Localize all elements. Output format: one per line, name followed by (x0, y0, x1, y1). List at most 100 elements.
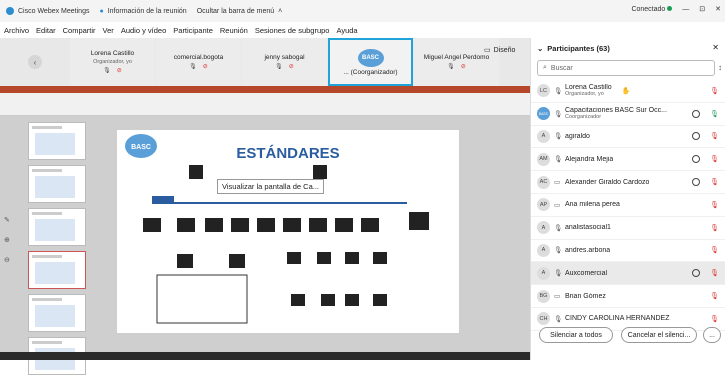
mic-muted-icon[interactable]: 🎙 (710, 224, 719, 232)
slide-thumbnail[interactable] (28, 294, 86, 332)
menu-editar[interactable]: Editar (36, 26, 56, 35)
menu-compartir[interactable]: Compartir (63, 26, 96, 35)
process-icon (373, 252, 387, 264)
participant-row[interactable]: A 🎙 andres.arbona 🎙 (531, 240, 725, 263)
chat-icon[interactable] (692, 155, 701, 164)
zoom-out-icon[interactable]: ⊖ (4, 256, 10, 264)
menu-archivo[interactable]: Archivo (4, 26, 29, 35)
participant-row[interactable]: AP ▭ Ana milena perea 🎙 (531, 194, 725, 217)
legend-box (156, 274, 248, 324)
microphone-icon: 🎙 (275, 64, 283, 70)
participant-row-hovered[interactable]: A 🎙 Auxcomercial 🎙 (531, 262, 725, 286)
participant-row[interactable]: LC 🎙 Lorena Castillo Organizador, yo ✋ 🎙 (531, 80, 725, 103)
strip-prev: ‹ (0, 38, 70, 86)
participant-row[interactable]: BG ▭ Brian Gómez 🎙 (531, 285, 725, 308)
shared-screen: ✎ ⊕ ⊖ BASC ESTÁNDARES Visualizar la pant… (0, 86, 530, 375)
menu-reunion[interactable]: Reunión (220, 26, 248, 35)
ppt-ribbon (0, 93, 530, 116)
slide-thumbnail-selected[interactable] (28, 251, 86, 289)
participant-name: Lorena Castillo (565, 84, 612, 92)
participant-row[interactable]: AM 🎙 Alejandra Mejia 🎙 (531, 148, 725, 172)
chevron-down-icon[interactable]: ⌄ (537, 44, 543, 53)
search-input[interactable]: ⌕ Buscar (537, 60, 715, 76)
search-icon: ⌕ (543, 64, 547, 71)
microphone-icon: 🎙 (103, 68, 111, 74)
previous-icon[interactable]: ‹ (28, 55, 42, 69)
close-window-button[interactable]: ✕ (715, 5, 721, 13)
mic-muted-icon[interactable]: 🎙 (710, 292, 719, 300)
zoom-in-icon[interactable]: ⊕ (4, 236, 10, 244)
close-panel-button[interactable]: ✕ (712, 43, 719, 52)
windows-taskbar (0, 352, 530, 360)
process-icon (257, 218, 275, 232)
mic-muted-icon[interactable]: 🎙 (710, 315, 719, 323)
avatar: A (537, 129, 550, 143)
participant-name: analistasocial1 (565, 224, 611, 232)
participant-row[interactable]: AC ▭ Alexander Giraldo Cardozo 🎙 (531, 171, 725, 194)
slide-thumbnail[interactable] (28, 165, 86, 203)
participant-row[interactable]: BASC 🎙 Capacitaciones BASC Sur Occ... Coo… (531, 103, 725, 126)
slide-thumbnail[interactable] (28, 122, 86, 160)
participant-name: agiraldo (565, 132, 590, 140)
mic-muted-icon[interactable]: 🎙 (710, 155, 719, 163)
participant-row[interactable]: A 🎙 analistasocial1 🎙 (531, 217, 725, 240)
chat-icon[interactable] (692, 109, 701, 118)
sort-icon[interactable]: ↕ (718, 63, 722, 72)
basc-logo: BASC (357, 48, 384, 67)
menu-ayuda[interactable]: Ayuda (336, 26, 357, 35)
video-tile[interactable]: jenny sabogal 🎙 ⊘ (242, 38, 327, 86)
avatar: CH (537, 312, 550, 326)
mic-active-icon[interactable]: 🎙 (710, 110, 719, 118)
chevron-up-icon: ˄ (278, 7, 283, 15)
menu-bar: Archivo Editar Compartir Ver Audio y víd… (0, 22, 725, 38)
connected-dot-icon (667, 5, 673, 11)
menu-audio-video[interactable]: Audio y vídeo (121, 26, 166, 35)
menu-participante[interactable]: Participante (173, 26, 213, 35)
mic-muted-icon[interactable]: 🎙 (710, 87, 719, 95)
cancel-mute-button[interactable]: Cancelar el silenci... (621, 327, 697, 343)
chat-icon[interactable] (692, 132, 701, 141)
chat-icon[interactable] (692, 178, 701, 187)
mic-muted-icon[interactable]: 🎙 (710, 132, 719, 140)
annotate-icon[interactable]: ✎ (4, 216, 10, 224)
more-options-button[interactable]: ... (703, 327, 721, 343)
slide-canvas: BASC ESTÁNDARES (117, 130, 459, 333)
video-tile[interactable]: comercial.bogota 🎙 ⊘ (156, 38, 241, 86)
layout-button[interactable]: ▭ Diseño (484, 46, 515, 55)
mic-muted-icon[interactable]: 🎙 (710, 246, 719, 254)
meeting-info-button[interactable]: ● Información de la reunión (99, 8, 186, 15)
info-icon: ● (99, 7, 104, 15)
avatar: A (537, 221, 550, 235)
avatar: AC (537, 175, 550, 189)
participant-name: CINDY CAROLINA HERNANDEZ (565, 315, 670, 323)
process-icon (335, 218, 353, 232)
video-tile[interactable]: Lorena Castillo Organizador, yo 🎙 ⊘ (70, 38, 155, 86)
video-icon: ▭ (554, 179, 561, 187)
slide-thumbnail[interactable] (28, 208, 86, 246)
hide-menu-button[interactable]: Ocultar la barra de menú ˄ (197, 8, 283, 15)
microphone-icon: 🎙 (554, 156, 563, 164)
participant-role: Coorganizador (565, 114, 602, 121)
restore-button[interactable]: ⊡ (699, 5, 705, 13)
process-icon (313, 165, 327, 179)
search-placeholder: Buscar (550, 64, 573, 72)
share-side-tools: ✎ ⊕ ⊖ (4, 216, 10, 264)
menu-sesiones-subgrupo[interactable]: Sesiones de subgrupo (255, 26, 330, 35)
participant-row[interactable]: A 🎙 agiraldo 🎙 (531, 126, 725, 149)
mic-muted-icon[interactable]: 🎙 (710, 269, 719, 277)
process-icon (189, 165, 203, 179)
minimize-button[interactable]: — (682, 6, 689, 13)
avatar: LC (537, 84, 550, 98)
menu-ver[interactable]: Ver (103, 26, 114, 35)
video-tile-active[interactable]: BASC ... (Coorganizador) (328, 38, 413, 86)
meeting-info-label: Información de la reunión (107, 7, 187, 15)
mic-muted-icon[interactable]: 🎙 (710, 201, 719, 209)
slide-title: ESTÁNDARES (236, 145, 339, 162)
chat-icon[interactable] (692, 269, 701, 278)
process-icon (317, 252, 331, 264)
mute-all-button[interactable]: Silenciar a todos (539, 327, 613, 343)
mic-muted-icon: ⊘ (202, 64, 208, 70)
mic-muted-icon[interactable]: 🎙 (710, 178, 719, 186)
mic-muted-icon: ⊘ (460, 64, 466, 70)
microphone-icon: 🎙 (447, 64, 455, 70)
